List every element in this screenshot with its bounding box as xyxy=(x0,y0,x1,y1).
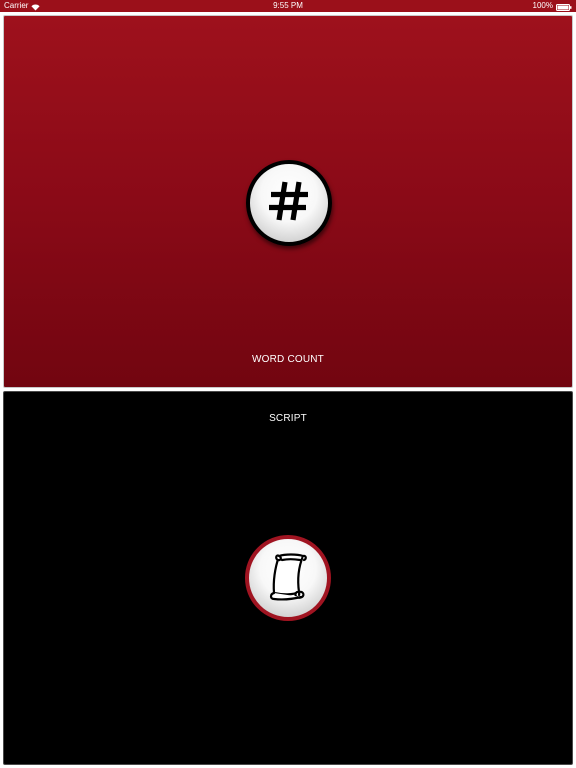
word-count-panel[interactable]: WORD COUNT xyxy=(3,15,573,388)
word-count-button[interactable] xyxy=(246,160,332,246)
battery-icon xyxy=(556,3,572,11)
battery-percent: 100% xyxy=(532,1,553,10)
status-time: 9:55 PM xyxy=(273,1,303,10)
scroll-icon xyxy=(263,548,313,609)
status-right: 100% xyxy=(533,0,572,12)
hash-icon xyxy=(264,176,314,231)
script-label[interactable]: SCRIPT xyxy=(4,413,572,424)
script-panel[interactable]: SCRIPT xyxy=(3,391,573,765)
script-button[interactable] xyxy=(245,535,331,621)
word-count-label[interactable]: WORD COUNT xyxy=(4,354,572,365)
status-bar: Carrier 9:55 PM 100% xyxy=(0,0,576,12)
